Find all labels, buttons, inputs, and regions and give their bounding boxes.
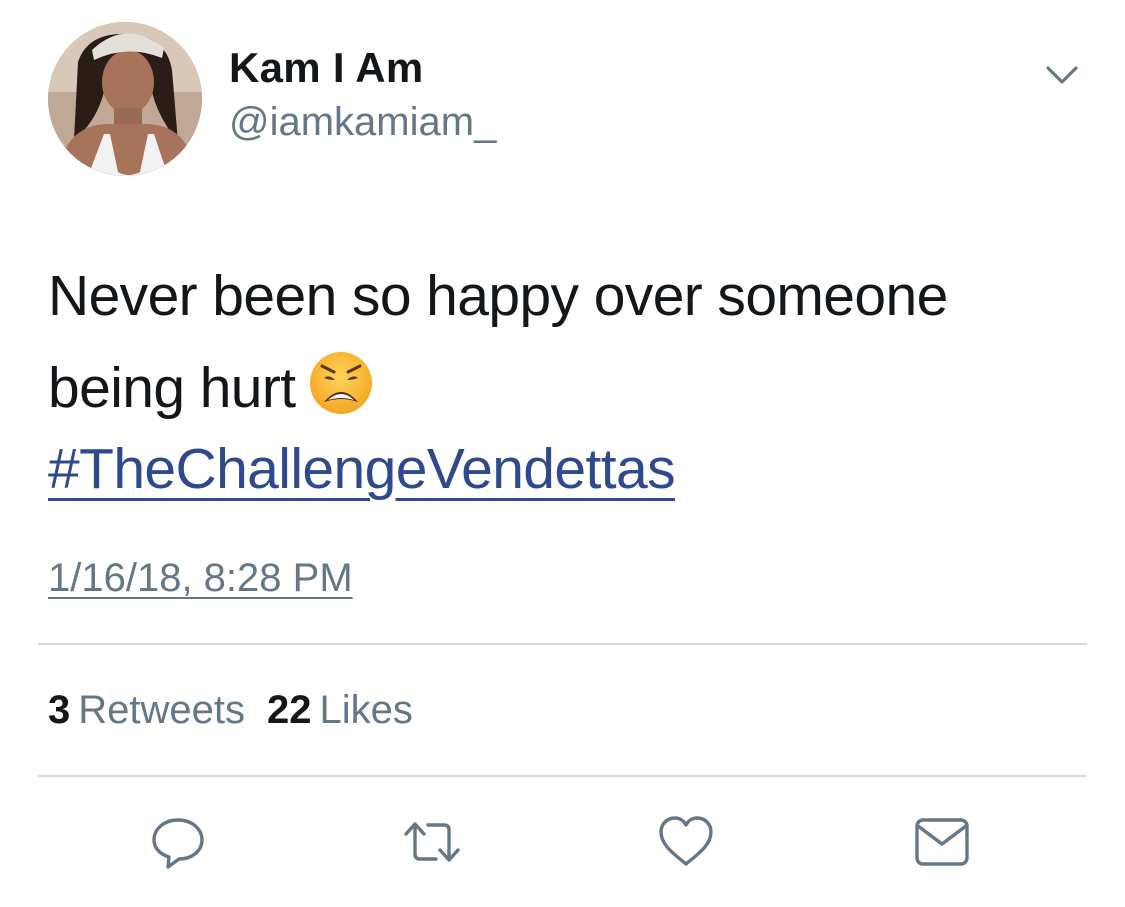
divider [38,775,1087,777]
avatar-image [48,22,202,176]
display-name[interactable]: Kam I Am [229,44,424,92]
tweet-text-line-2: being hurt [48,356,296,420]
tweet-text: Never been so happy over someone being h… [48,250,1068,434]
engagement-stats: 3 Retweets 22 Likes [48,688,413,733]
reply-icon[interactable] [148,812,208,872]
hashtag-link[interactable]: #TheChallengeVendettas [48,436,676,502]
divider [38,643,1087,645]
timestamp[interactable]: 1/16/18, 8:28 PM [48,556,353,601]
retweets-stat[interactable]: 3 Retweets [48,688,245,733]
likes-count: 22 [267,688,312,732]
retweet-icon[interactable] [398,812,460,872]
chevron-down-icon[interactable] [1040,56,1084,92]
tweet-detail: Kam I Am @iamkamiam_ Never been so happy… [0,0,1125,907]
direct-message-icon[interactable] [912,812,972,872]
like-icon[interactable] [656,812,716,872]
likes-stat[interactable]: 22 Likes [267,688,413,733]
retweets-count: 3 [48,688,71,732]
weary-face-emoji-icon [308,350,374,416]
retweets-label: Retweets [78,688,245,732]
tweet-text-line-2-wrap: being hurt [48,342,1068,434]
likes-label: Likes [319,688,413,732]
avatar[interactable] [48,22,202,176]
tweet-text-line-1: Never been so happy over someone [48,264,948,328]
user-handle[interactable]: @iamkamiam_ [229,100,496,145]
